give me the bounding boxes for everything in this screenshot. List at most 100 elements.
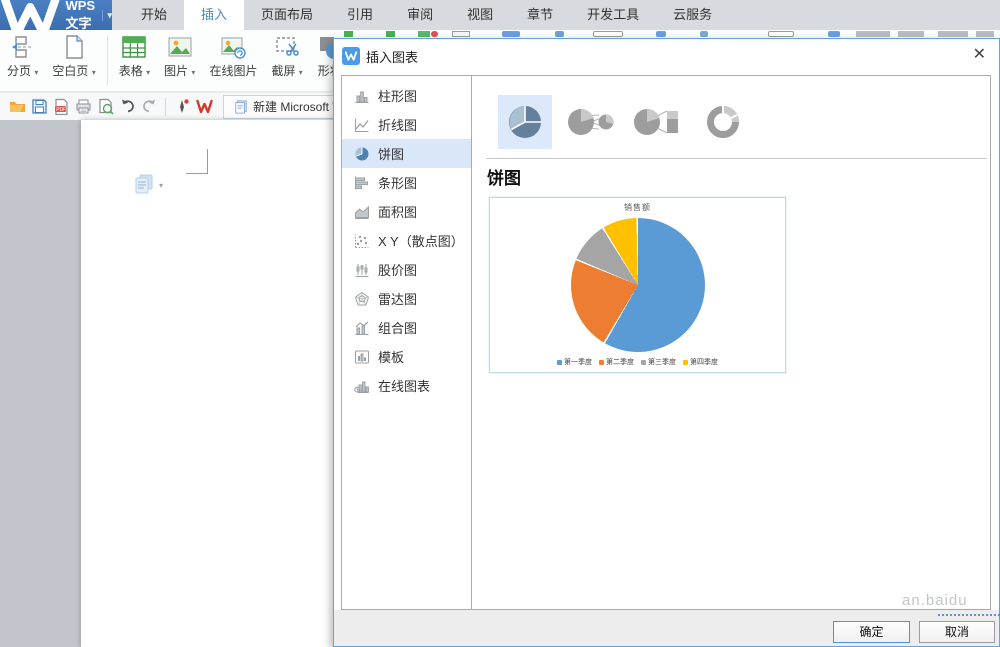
dropdown-caret-icon: ▾ — [146, 68, 150, 77]
legend-marker — [557, 360, 562, 365]
ribbon-button[interactable]: 截屏 ▾ — [264, 30, 309, 91]
print-icon[interactable] — [72, 96, 94, 118]
section-divider — [486, 158, 987, 159]
chart-type-item[interactable]: 柱形图 — [342, 81, 471, 110]
chart-type-item[interactable]: 折线图 — [342, 110, 471, 139]
ribbon-icon-sliver — [431, 31, 438, 37]
chart-type-label: 折线图 — [378, 115, 417, 134]
cancel-button[interactable]: 取消 — [919, 621, 995, 643]
menu-tab[interactable]: 引用 — [330, 0, 390, 30]
pie-chart — [571, 218, 705, 352]
menu-tab[interactable]: 视图 — [450, 0, 510, 30]
app-button-caret-icon: ▾ — [102, 10, 112, 21]
wps-home-icon[interactable] — [193, 96, 215, 118]
undo-icon[interactable] — [116, 96, 138, 118]
chart-picker-panel: 柱形图折线图饼图条形图面积图 X Y（散点图） 股价图雷达图组合图模板在线图表 饼图… — [341, 75, 991, 610]
chart-type-item[interactable]: 在线图表 — [342, 371, 471, 400]
column-chart-icon — [354, 88, 370, 104]
menu-tab[interactable]: 插入 — [184, 0, 244, 30]
ribbon-icon-sliver — [386, 31, 395, 37]
menu-tab[interactable]: 云服务 — [656, 0, 729, 30]
ribbon-button[interactable]: 表格 ▾ — [112, 30, 157, 91]
legend-marker — [599, 360, 604, 365]
document-tab[interactable]: 新建 Microsoft W — [223, 95, 343, 119]
chart-type-list: 柱形图折线图饼图条形图面积图 X Y（散点图） 股价图雷达图组合图模板在线图表 — [342, 76, 472, 609]
ribbon-icon-sliver — [656, 31, 666, 37]
paste-options-caret-icon[interactable]: ▾ — [159, 181, 163, 190]
ribbon-icon-sliver — [976, 31, 994, 37]
redo-icon[interactable] — [138, 96, 160, 118]
pie-variant-doughnut[interactable] — [696, 95, 750, 149]
menu-tab-bar: WPS 文字 ▾ 开始插入页面布局引用审阅视图章节开发工具云服务 — [0, 0, 1000, 30]
ribbon-icon-sliver — [418, 31, 430, 37]
chart-type-label: 组合图 — [378, 318, 417, 337]
chart-type-item[interactable]: 组合图 — [342, 313, 471, 342]
document-icon — [234, 100, 248, 114]
legend-marker — [641, 360, 646, 365]
chart-type-label: X Y（散点图） — [378, 231, 464, 250]
legend-item: 第三季度 — [641, 357, 676, 367]
dropdown-caret-icon: ▾ — [34, 68, 38, 77]
pie-variant-pie[interactable] — [498, 95, 552, 149]
ok-button[interactable]: 确定 — [833, 621, 910, 643]
online-picture-icon — [220, 34, 246, 60]
chart-type-label: 面积图 — [378, 202, 417, 221]
export-pdf-icon[interactable]: PDF — [50, 96, 72, 118]
ribbon-icon-sliver — [768, 31, 794, 37]
ribbon-button[interactable]: 空白页 ▾ — [45, 30, 102, 91]
document-tab-label: 新建 Microsoft W — [253, 98, 343, 115]
dialog-title-bar[interactable]: 插入图表 — [334, 39, 999, 73]
svg-text:PDF: PDF — [56, 107, 66, 113]
dropdown-caret-icon: ▾ — [92, 68, 96, 77]
quickbar-divider — [165, 98, 166, 116]
quickbar-tool-icons — [171, 96, 215, 118]
pie-variant-row — [498, 95, 750, 149]
page-break-icon — [10, 34, 36, 60]
radar-chart-icon — [354, 291, 370, 307]
wps-app-button[interactable]: WPS 文字 ▾ — [0, 0, 112, 30]
pie-variant-bar-of-pie[interactable] — [630, 95, 684, 149]
dropdown-caret-icon: ▾ — [299, 68, 303, 77]
menu-tabs: 开始插入页面布局引用审阅视图章节开发工具云服务 — [124, 0, 729, 30]
chart-type-item[interactable]: 股价图 — [342, 255, 471, 284]
menu-tab[interactable]: 页面布局 — [244, 0, 330, 30]
ribbon-button[interactable]: 分页 ▾ — [0, 30, 45, 91]
close-icon[interactable]: ✕ — [973, 47, 986, 63]
ribbon-icon-sliver — [828, 31, 840, 37]
dialog-title: 插入图表 — [366, 47, 418, 66]
ribbon-group-divider — [107, 35, 108, 86]
menu-tab[interactable]: 审阅 — [390, 0, 450, 30]
chart-type-item[interactable]: 模板 — [342, 342, 471, 371]
stock-chart-icon — [354, 262, 370, 278]
blank-page-icon — [61, 34, 87, 60]
pie-chart-preview[interactable]: 销售额 第一季度第二季度第三季度第四季度 — [489, 197, 786, 373]
margin-crop-mark — [207, 149, 208, 174]
open-folder-icon[interactable] — [6, 96, 28, 118]
line-chart-icon — [354, 117, 370, 133]
chart-type-item[interactable]: X Y（散点图） — [342, 226, 471, 255]
chart-type-label: 条形图 — [378, 173, 417, 192]
ribbon-button[interactable]: 在线图片 — [202, 30, 264, 91]
quickbar-file-icons: PDF — [6, 96, 160, 118]
ribbon-button[interactable]: 图片 ▾ — [157, 30, 202, 91]
chart-type-label: 柱形图 — [378, 86, 417, 105]
legend-item: 第一季度 — [557, 357, 592, 367]
save-icon[interactable] — [28, 96, 50, 118]
ribbon-icon-sliver — [452, 31, 470, 37]
pie-variant-pie-of-pie[interactable] — [564, 95, 618, 149]
ribbon-icon-sliver — [555, 31, 564, 37]
paste-options-icon[interactable] — [135, 174, 153, 194]
menu-tab[interactable]: 开发工具 — [570, 0, 656, 30]
print-preview-icon[interactable] — [94, 96, 116, 118]
chart-type-item[interactable]: 面积图 — [342, 197, 471, 226]
menu-tab[interactable]: 章节 — [510, 0, 570, 30]
chart-type-item[interactable]: 饼图 — [342, 139, 471, 168]
menu-tab[interactable]: 开始 — [124, 0, 184, 30]
format-painter-icon[interactable] — [171, 96, 193, 118]
ribbon-icon-sliver — [898, 31, 924, 37]
online-chart-icon — [354, 378, 370, 394]
chart-type-item[interactable]: 雷达图 — [342, 284, 471, 313]
chart-type-item[interactable]: 条形图 — [342, 168, 471, 197]
chart-type-label: 雷达图 — [378, 289, 417, 308]
dropdown-caret-icon: ▾ — [191, 68, 195, 77]
